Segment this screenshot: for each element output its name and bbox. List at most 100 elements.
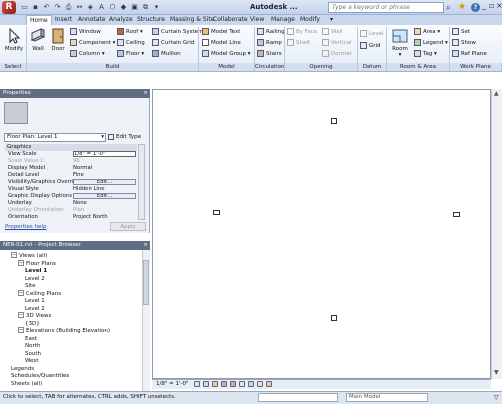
component-button[interactable]: Component ▾ xyxy=(70,39,115,48)
redo-icon[interactable]: ↷ xyxy=(53,3,62,12)
property-row[interactable]: Orientation Project North xyxy=(6,214,136,221)
tag-button[interactable]: Tag ▾ xyxy=(414,50,437,59)
curtain-grid-button[interactable]: Curtain Grid xyxy=(152,39,194,48)
mullion-button[interactable]: Mullion xyxy=(152,50,181,59)
property-value[interactable]: Normal xyxy=(73,165,136,172)
close-hidden-icon[interactable]: ▣ xyxy=(130,3,139,12)
switch-windows-icon[interactable]: ⧉ xyxy=(141,3,150,12)
close-icon[interactable]: × xyxy=(496,2,502,11)
property-row[interactable]: Visual Style Hidden Line xyxy=(6,186,136,193)
column-button[interactable]: Column ▾ xyxy=(70,50,105,59)
property-value[interactable]: Project North xyxy=(73,214,136,221)
curtain-system-button[interactable]: Curtain System xyxy=(152,28,203,37)
ribbon-minimize-icon[interactable]: ▾ xyxy=(330,15,333,25)
property-row[interactable]: Detail Level Fine xyxy=(6,172,136,179)
search-icon[interactable]: ⌕ xyxy=(446,3,450,13)
reveal-hidden-icon[interactable] xyxy=(257,381,263,387)
ceiling-button[interactable]: Ceiling xyxy=(117,39,145,48)
property-row[interactable]: Display Model Normal xyxy=(6,165,136,172)
help-icon[interactable]: ? xyxy=(471,3,480,12)
tab-massing-site[interactable]: Massing & Site xyxy=(170,15,214,25)
visual-style-icon[interactable] xyxy=(203,381,209,387)
tab-view[interactable]: View xyxy=(250,15,264,25)
stairs-button[interactable]: Stairs xyxy=(257,50,282,59)
measure-icon[interactable]: ↔ xyxy=(75,3,84,12)
model-group-button[interactable]: Model Group ▾ xyxy=(202,50,251,59)
panel-select[interactable]: Select xyxy=(0,63,27,71)
edit-type-button[interactable]: Edit Type xyxy=(108,133,148,142)
tab-structure[interactable]: Structure xyxy=(137,15,165,25)
panel-model[interactable]: Model xyxy=(199,63,255,71)
properties-help-link[interactable]: Properties help xyxy=(5,224,46,230)
set-button[interactable]: Set xyxy=(452,28,470,37)
tree-toggle-icon[interactable]: − xyxy=(18,312,24,318)
project-browser-scroll-thumb[interactable] xyxy=(143,260,149,305)
wall-button[interactable]: Wall xyxy=(29,28,47,52)
property-value[interactable]: Hidden Line xyxy=(73,186,136,193)
floor-button[interactable]: Floor ▾ xyxy=(117,50,144,59)
3d-view-icon[interactable]: ⬡ xyxy=(108,3,117,12)
favorites-star-icon[interactable]: ★ xyxy=(458,2,466,12)
door-button[interactable]: Door xyxy=(49,28,67,52)
elevation-marker-east[interactable] xyxy=(453,212,460,217)
sun-path-icon[interactable] xyxy=(212,381,218,387)
show-button[interactable]: Show xyxy=(452,39,476,48)
ramp-button[interactable]: Ramp xyxy=(257,39,282,48)
tag-icon[interactable]: ◈ xyxy=(86,3,95,12)
qat-dropdown-icon[interactable]: ▾ xyxy=(152,3,161,12)
minimize-icon[interactable]: _ xyxy=(482,2,489,11)
legend-button[interactable]: Legend ▾ xyxy=(414,39,448,48)
level-button[interactable]: Level xyxy=(360,30,384,39)
property-value[interactable]: Fine xyxy=(73,172,136,179)
shaft-button[interactable]: Shaft xyxy=(287,39,310,48)
tree-toggle-icon[interactable]: − xyxy=(11,252,17,258)
workset-selector[interactable] xyxy=(258,393,338,402)
detail-level-icon[interactable] xyxy=(194,381,200,387)
browser-tree-item[interactable]: Sheets (all) xyxy=(11,380,42,388)
tab-insert[interactable]: Insert xyxy=(55,15,72,25)
design-option-selector[interactable]: Main Model xyxy=(346,393,428,402)
temporary-hide-icon[interactable] xyxy=(248,381,254,387)
property-row[interactable]: Visibility/Graphics Overri... Edit... xyxy=(6,179,136,186)
roof-button[interactable]: Roof ▾ xyxy=(117,28,143,37)
properties-group-graphics[interactable]: Graphics xyxy=(5,144,137,151)
property-row[interactable]: View Scale 1/8" = 1'-0" xyxy=(6,151,136,158)
dormer-button[interactable]: Dormer xyxy=(322,50,352,59)
save-icon[interactable]: ▪ xyxy=(31,3,40,12)
wall-opening-button[interactable]: Wall xyxy=(322,28,343,37)
scroll-up-icon[interactable]: ▲ xyxy=(494,90,499,97)
property-row[interactable]: Graphic Display Options Edit... xyxy=(6,193,136,200)
project-browser-close-icon[interactable]: × xyxy=(141,241,150,250)
scroll-down-icon[interactable]: ▼ xyxy=(494,369,499,376)
view-type-selector[interactable]: Floor Plan: Level 1 ▾ xyxy=(4,133,106,142)
elevation-marker-north[interactable] xyxy=(331,118,337,124)
crop-region-icon[interactable] xyxy=(239,381,245,387)
model-text-button[interactable]: Model Text xyxy=(202,28,240,37)
elevation-marker-west[interactable] xyxy=(213,210,220,215)
filter-icon[interactable]: ▽ xyxy=(494,394,499,401)
properties-scrollbar[interactable] xyxy=(138,144,145,220)
model-line-button[interactable]: Model Line xyxy=(202,39,241,48)
analytical-model-icon[interactable] xyxy=(266,381,272,387)
view-scale-control[interactable]: 1/8" = 1'-0" xyxy=(156,380,189,388)
search-input[interactable]: Type a keyword or phrase xyxy=(328,2,444,13)
canvas-vertical-scrollbar[interactable]: ▲ ▼ xyxy=(491,89,502,379)
panel-work-plane[interactable]: Work Plane xyxy=(450,63,502,71)
tab-manage[interactable]: Manage xyxy=(271,15,295,25)
by-face-button[interactable]: By Face xyxy=(287,28,317,37)
panel-opening[interactable]: Opening xyxy=(285,63,358,71)
drawing-canvas[interactable] xyxy=(152,89,491,379)
crop-view-icon[interactable] xyxy=(230,381,236,387)
print-icon[interactable]: ⎙ xyxy=(64,3,73,12)
shadows-icon[interactable] xyxy=(221,381,227,387)
tree-toggle-icon[interactable]: − xyxy=(18,289,24,296)
tree-toggle-icon[interactable]: − xyxy=(18,259,24,266)
ref-plane-button[interactable]: Ref Plane xyxy=(452,50,487,59)
maximize-icon[interactable]: ▫ xyxy=(489,2,496,11)
open-icon[interactable]: ▭ xyxy=(20,3,29,12)
window-button[interactable]: Window xyxy=(70,28,101,37)
graphic-display-edit-button[interactable]: Edit... xyxy=(73,193,136,199)
panel-build[interactable]: Build xyxy=(27,63,199,71)
panel-circulation[interactable]: Circulation xyxy=(255,63,285,71)
panel-datum[interactable]: Datum xyxy=(358,63,387,71)
